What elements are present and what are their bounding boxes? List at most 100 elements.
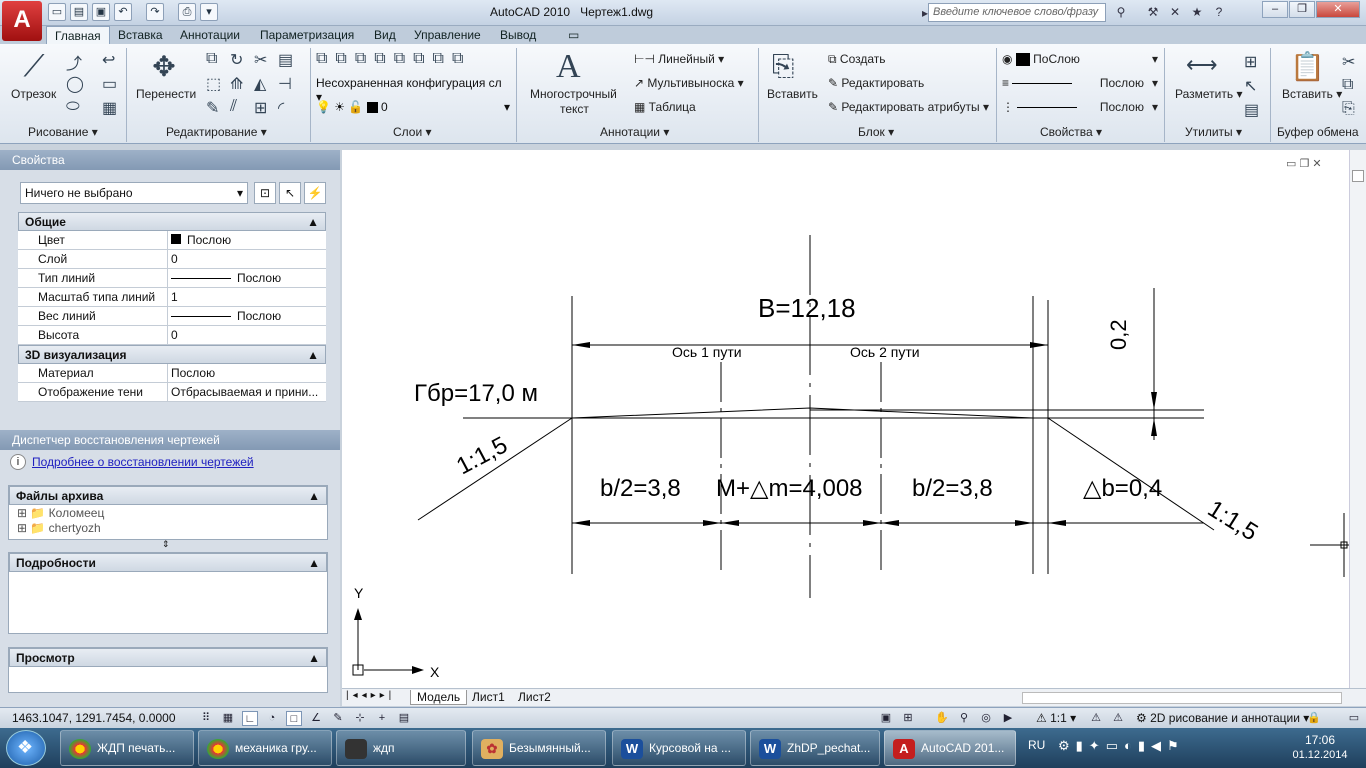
autoscale-icon[interactable]: ⚠	[1110, 711, 1126, 726]
property-row[interactable]: Слой 0	[18, 250, 326, 269]
select-objects-icon[interactable]: ↖	[279, 182, 301, 204]
stretch-icon[interactable]: ⟰	[230, 74, 243, 94]
dyn-icon[interactable]: ⊹	[352, 711, 368, 726]
tray-icons[interactable]: ⚙▮✦▭◐▮◀⚑	[1058, 738, 1185, 754]
cut-icon[interactable]: ✂	[1342, 52, 1355, 72]
block-panel-label[interactable]: Блок ▾	[858, 125, 894, 139]
arc-icon[interactable]: ↩	[102, 50, 115, 70]
viz3d-section-header[interactable]: 3D визуализация ▲	[18, 345, 326, 364]
undo-icon[interactable]: ↶	[114, 3, 132, 21]
recovery-info-link[interactable]: Подробнее о восстановлении чертежей	[32, 455, 254, 469]
ducs-icon[interactable]: ✎	[330, 711, 346, 726]
close-button[interactable]: ✕	[1316, 1, 1360, 18]
rotate-icon[interactable]: ↻	[230, 50, 243, 70]
multileader-button[interactable]: ↗ Мультивыноска ▾	[634, 76, 744, 90]
autocad-logo-icon[interactable]: A	[2, 1, 42, 41]
annotation-scale[interactable]: ⚠ 1:1 ▾	[1036, 711, 1076, 725]
scale-icon[interactable]: ⬚	[206, 74, 221, 94]
modify-panel-label[interactable]: Редактирование ▾	[166, 125, 267, 139]
copy-icon[interactable]: ⧉	[206, 50, 217, 68]
lock-icon[interactable]: 🔒	[1306, 711, 1322, 726]
draw-panel-label[interactable]: Рисование ▾	[28, 125, 98, 139]
lineweight-icon[interactable]: +	[374, 711, 390, 726]
layout-icon[interactable]: ⊞	[900, 711, 916, 726]
block-insert-icon[interactable]: ⎘	[772, 50, 794, 83]
general-section-header[interactable]: Общие ▲	[18, 212, 326, 231]
redo-icon[interactable]: ↷	[146, 3, 164, 21]
taskbar-item[interactable]: ✿ Безымянный...	[472, 730, 606, 766]
layout-nav-arrows[interactable]: |◂◂▸▸|	[346, 690, 395, 701]
color-dropdown[interactable]: ◉ ПоСлою ▾	[1002, 52, 1158, 67]
model-space-icon[interactable]: ▣	[878, 711, 894, 726]
pan-icon[interactable]: ✋	[934, 711, 950, 726]
explode-icon[interactable]: ⊞	[254, 98, 267, 118]
property-row[interactable]: Тип линий Послою	[18, 269, 326, 288]
start-button[interactable]: ❖	[6, 730, 46, 766]
array-icon[interactable]: ▤	[278, 50, 293, 70]
tab-sheet2[interactable]: Лист2	[514, 690, 555, 704]
move-icon[interactable]: ✥	[148, 50, 180, 83]
list-item[interactable]: ⊞ 📁 Коломеец	[9, 505, 327, 520]
zoom-icon[interactable]: ⚲	[956, 711, 972, 726]
mtext-label-1[interactable]: Многострочный	[530, 87, 617, 101]
utilities-panel-label[interactable]: Утилиты ▾	[1185, 125, 1242, 139]
trim-icon[interactable]: ✂	[254, 50, 267, 70]
star-icon[interactable]: ★	[1188, 4, 1206, 21]
block-edit-attributes-button[interactable]: ✎ Редактировать атрибуты ▾	[828, 100, 989, 114]
ellipse-icon[interactable]: ⬭	[66, 98, 80, 116]
taskbar-item[interactable]: ждп	[336, 730, 466, 766]
showmotion-icon[interactable]: ▶	[1000, 711, 1016, 726]
tools-icon[interactable]: ✕	[1166, 4, 1184, 21]
paste-icon[interactable]: 📋	[1290, 50, 1325, 83]
table-button[interactable]: ▦ Таблица	[634, 100, 696, 114]
maximize-button[interactable]: ❐	[1289, 1, 1315, 18]
property-row[interactable]: Цвет Послою	[18, 231, 326, 250]
line-tool-icon[interactable]: ⟋	[16, 50, 52, 86]
fillet-icon[interactable]: ◜	[278, 98, 284, 118]
tab-annotate[interactable]: Аннотации	[172, 26, 248, 44]
tab-manage[interactable]: Управление	[406, 26, 489, 44]
wrench-icon[interactable]: ⚒	[1144, 4, 1162, 21]
tab-output[interactable]: Вывод	[492, 26, 544, 44]
erase-icon[interactable]: ✎	[206, 98, 219, 118]
steering-wheel-icon[interactable]: ◎	[978, 711, 994, 726]
ribbon-options-icon[interactable]: ▭	[560, 26, 587, 44]
drawing-canvas[interactable]: ▭ ❐ ✕ B=12,18 Ось 1 пути Ось 2 пути Гбр=…	[342, 150, 1366, 704]
details-header[interactable]: Подробности ▲	[9, 553, 327, 572]
calculator-icon[interactable]: ▤	[1244, 100, 1259, 120]
hatch-icon[interactable]: ▦	[102, 98, 117, 118]
copy-clip-icon[interactable]: ⧉	[1342, 76, 1353, 94]
properties-panel-label[interactable]: Свойства ▾	[1040, 125, 1102, 139]
open-file-icon[interactable]: ▤	[70, 3, 88, 21]
lineweight-dropdown[interactable]: ⋮ ▾ Послою	[1002, 100, 1158, 114]
selection-dropdown[interactable]: Ничего не выбрано ▾	[20, 182, 248, 204]
archive-files-header[interactable]: Файлы архива ▲	[9, 486, 327, 505]
quick-select-icon[interactable]: ⊞	[1244, 52, 1257, 72]
layers-panel-label[interactable]: Слои ▾	[393, 125, 432, 139]
taskbar-item[interactable]: механика гру...	[198, 730, 332, 766]
tab-model[interactable]: Модель	[410, 690, 468, 705]
layer-current-dropdown[interactable]: 💡 ☀ 🔓 0 ▾	[316, 100, 510, 114]
block-edit-button[interactable]: ✎ Редактировать	[828, 76, 924, 90]
workspace-switcher[interactable]: ⚙ 2D рисование и аннотации ▾	[1136, 711, 1309, 725]
offset-icon[interactable]: ⫽	[230, 98, 237, 116]
ortho-icon[interactable]: ∟	[242, 711, 258, 726]
otrack-icon[interactable]: ∠	[308, 711, 324, 726]
mtext-label-2[interactable]: текст	[560, 102, 589, 116]
paste-label[interactable]: Вставить ▾	[1282, 87, 1342, 101]
tab-home[interactable]: Главная	[46, 26, 110, 45]
property-row[interactable]: Материал Послою	[18, 364, 326, 383]
osnap-icon[interactable]: □	[286, 711, 302, 726]
horizontal-scrollbar[interactable]	[1022, 692, 1342, 704]
grid-icon[interactable]: ▦	[220, 711, 236, 726]
mtext-icon[interactable]: A	[556, 48, 581, 86]
property-row[interactable]: Высота 0	[18, 326, 326, 345]
measure-label[interactable]: Разметить ▾	[1175, 87, 1242, 101]
polyline-icon[interactable]: ⤴	[66, 50, 82, 74]
select-icon[interactable]: ↖	[1244, 76, 1257, 96]
quick-props-icon[interactable]: ▤	[396, 711, 412, 726]
taskbar-item[interactable]: ЖДП печать...	[60, 730, 194, 766]
list-item[interactable]: ⊞ 📁 chertyozh	[9, 520, 327, 535]
clock[interactable]: 17:06 01.12.2014	[1290, 733, 1350, 761]
binoculars-icon[interactable]: ⚲	[1112, 4, 1130, 21]
